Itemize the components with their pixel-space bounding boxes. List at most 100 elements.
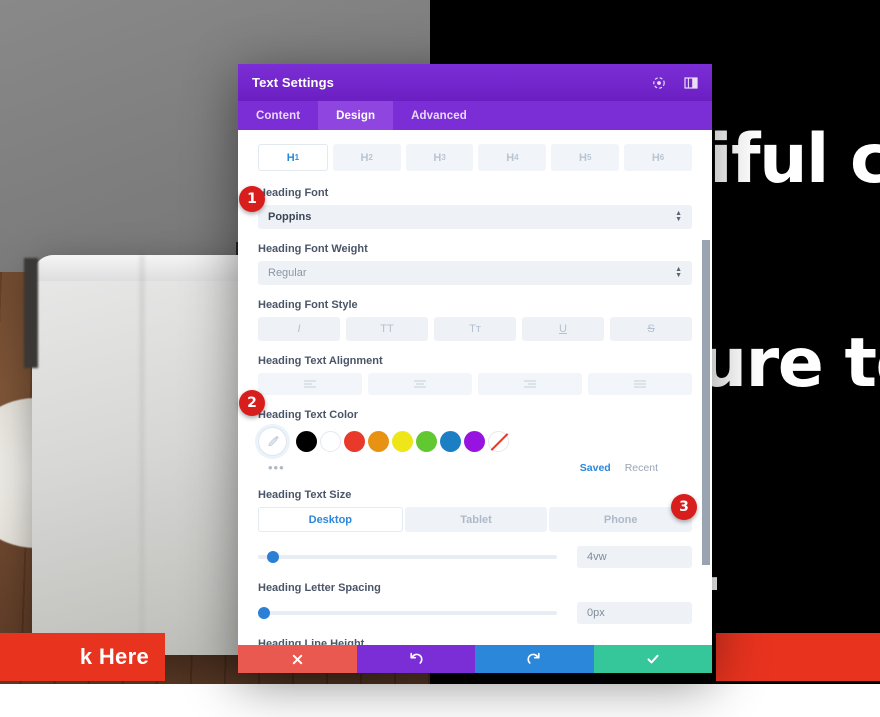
device-tab-desktop[interactable]: Desktop	[258, 507, 403, 532]
undo-icon	[409, 652, 423, 666]
align-left-icon[interactable]	[258, 373, 362, 395]
swatch-blue[interactable]	[440, 431, 461, 452]
h-label: H	[360, 151, 369, 164]
heading-level-h6[interactable]: H6	[624, 144, 692, 171]
modal-header: Text Settings	[238, 64, 712, 101]
close-icon	[291, 653, 304, 666]
cta-label: k Here	[79, 644, 149, 669]
heading-font-style-label: Heading Font Style	[258, 299, 358, 311]
callout-badge-3: 3	[671, 494, 697, 520]
page-bottom-area	[0, 684, 880, 717]
callout-badge-2: 2	[239, 390, 265, 416]
heading-font-style-buttons: I TT Tᴛ U S	[258, 317, 692, 341]
chevron-updown-icon: ▲ ▼	[675, 266, 682, 279]
more-colors-button[interactable]: •••	[258, 460, 285, 475]
redo-button[interactable]	[475, 645, 594, 673]
chevron-updown-icon: ▲ ▼	[675, 210, 682, 223]
align-justify-icon[interactable]	[588, 373, 692, 395]
modal-title: Text Settings	[252, 75, 334, 90]
swatch-yellow[interactable]	[392, 431, 413, 452]
heading-text-size-slider[interactable]	[258, 551, 557, 563]
heading-level-h1[interactable]: H1	[258, 144, 328, 171]
strikethrough-icon[interactable]: S	[610, 317, 692, 341]
h-sub: 6	[659, 153, 665, 162]
swatch-red[interactable]	[344, 431, 365, 452]
heading-letter-spacing-slider[interactable]	[258, 607, 557, 619]
heading-level-h2[interactable]: H2	[332, 144, 401, 171]
heading-line-height-label: Heading Line Height	[258, 638, 365, 645]
heading-font-label: Heading Font	[258, 187, 329, 199]
slider-knob[interactable]	[258, 607, 270, 619]
heading-text-color-swatches	[258, 427, 692, 456]
color-meta-row: ••• Saved Recent	[258, 460, 692, 475]
align-center-icon[interactable]	[368, 373, 472, 395]
uppercase-icon[interactable]: TT	[346, 317, 428, 341]
swatch-white[interactable]	[320, 431, 341, 452]
panel-layout-icon[interactable]	[684, 76, 698, 90]
h-label: H	[506, 151, 515, 164]
heading-text-size-label: Heading Text Size	[258, 489, 352, 501]
heading-text-size-input[interactable]: 4vw	[577, 546, 692, 568]
heading-text-color-label: Heading Text Color	[258, 409, 359, 421]
bed-fold	[140, 255, 144, 645]
heading-text-alignment-buttons	[258, 373, 692, 395]
swatch-orange[interactable]	[368, 431, 389, 452]
check-icon	[646, 652, 660, 666]
save-button[interactable]	[593, 645, 712, 673]
swatch-black[interactable]	[296, 431, 317, 452]
h-sub: 1	[294, 153, 300, 162]
heading-level-h4[interactable]: H4	[478, 144, 547, 171]
heading-letter-spacing-input[interactable]: 0px	[577, 602, 692, 624]
heading-level-h5[interactable]: H5	[551, 144, 620, 171]
bed-edge-left	[24, 258, 38, 368]
h-label: H	[286, 151, 295, 164]
align-right-icon[interactable]	[478, 373, 582, 395]
underline-icon[interactable]: U	[522, 317, 604, 341]
heading-font-weight-value: Regular	[268, 267, 307, 279]
modal-header-actions	[652, 76, 698, 90]
modal-footer	[238, 645, 712, 673]
modal-body: H1 H2 H3 H4 H5 H6 Heading Font Poppins ▲…	[238, 130, 712, 645]
capitalize-icon[interactable]: Tᴛ	[434, 317, 516, 341]
cta-banner[interactable]: k Here	[0, 633, 165, 681]
heading-font-value: Poppins	[268, 211, 312, 223]
h-label: H	[651, 151, 660, 164]
saved-colors-tab[interactable]: Saved	[580, 462, 611, 474]
heading-letter-spacing-label: Heading Letter Spacing	[258, 582, 381, 594]
device-tab-tablet[interactable]: Tablet	[404, 507, 548, 532]
h-sub: 2	[368, 153, 373, 162]
redo-icon	[527, 652, 541, 666]
h-sub: 3	[441, 153, 446, 162]
h-sub: 5	[586, 153, 592, 162]
slider-knob[interactable]	[266, 551, 279, 563]
h-sub: 4	[514, 153, 519, 162]
modal-tabs: Content Design Advanced	[238, 101, 712, 130]
tab-advanced[interactable]: Advanced	[393, 101, 485, 130]
swatch-none-icon[interactable]	[488, 431, 509, 452]
heading-level-h3[interactable]: H3	[405, 144, 474, 171]
heading-letter-spacing-row: 0px	[258, 602, 692, 624]
undo-button[interactable]	[356, 645, 475, 673]
tab-content[interactable]: Content	[238, 101, 318, 130]
text-settings-modal: Text Settings Content Design Advanced H …	[238, 64, 712, 673]
heading-font-weight-select[interactable]: Regular ▲ ▼	[258, 261, 692, 285]
heading-level-tabs: H1 H2 H3 H4 H5 H6	[258, 144, 692, 171]
focus-target-icon[interactable]	[652, 76, 666, 90]
recent-colors-tab[interactable]: Recent	[625, 462, 658, 474]
tab-design[interactable]: Design	[318, 101, 394, 130]
h-label: H	[433, 151, 442, 164]
modal-scrollbar[interactable]	[702, 240, 710, 565]
cta-banner-continuation	[716, 633, 880, 681]
eyedropper-icon[interactable]	[258, 427, 287, 456]
italic-icon[interactable]: I	[258, 317, 340, 341]
swatch-purple[interactable]	[464, 431, 485, 452]
h-label: H	[579, 151, 587, 164]
swatch-green[interactable]	[416, 431, 437, 452]
device-tabs: Desktop Tablet Phone	[258, 507, 693, 532]
heading-text-alignment-label: Heading Text Alignment	[258, 355, 383, 367]
heading-font-weight-label: Heading Font Weight	[258, 243, 368, 255]
heading-text-size-row: 4vw	[258, 546, 692, 568]
heading-font-select[interactable]: Poppins ▲ ▼	[258, 205, 692, 229]
callout-badge-1: 1	[239, 186, 265, 212]
cancel-button[interactable]	[238, 645, 357, 673]
